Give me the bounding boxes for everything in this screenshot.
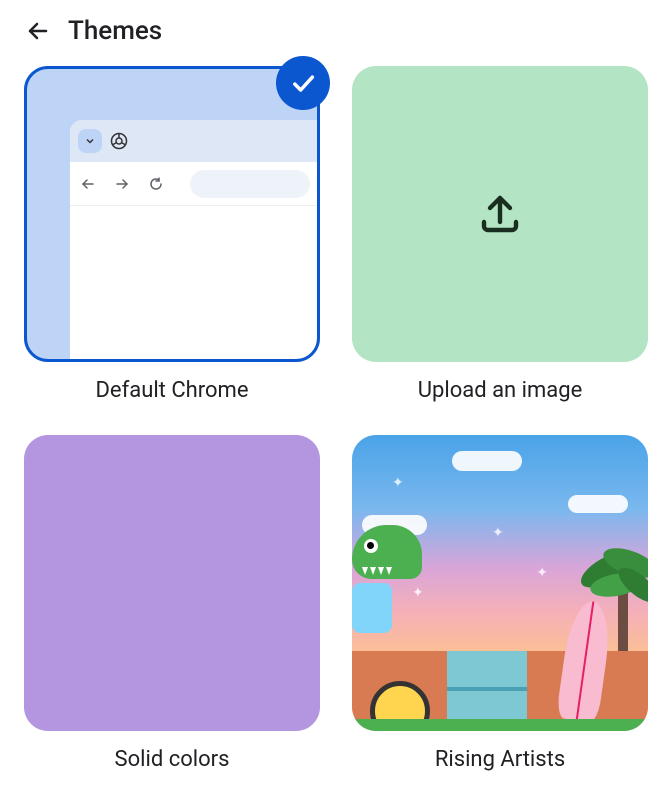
grass-decoration bbox=[352, 719, 648, 731]
theme-label: Rising Artists bbox=[435, 747, 565, 772]
chrome-toolbar bbox=[70, 162, 320, 206]
theme-label: Solid colors bbox=[115, 747, 230, 772]
sparkle-icon: ✦ bbox=[392, 475, 404, 491]
upload-icon bbox=[476, 190, 524, 238]
theme-item-upload-image[interactable]: Upload an image bbox=[352, 66, 648, 403]
theme-tile-default-chrome bbox=[24, 66, 320, 362]
theme-tile-upload bbox=[352, 66, 648, 362]
tile-wrapper bbox=[24, 66, 320, 362]
sparkle-icon: ✦ bbox=[536, 565, 548, 581]
theme-item-default-chrome[interactable]: Default Chrome bbox=[24, 66, 320, 403]
theme-label: Upload an image bbox=[418, 378, 583, 403]
nav-reload-icon bbox=[148, 176, 164, 192]
selected-checkmark bbox=[276, 56, 330, 110]
nav-forward-icon bbox=[114, 176, 130, 192]
header: Themes bbox=[24, 16, 646, 46]
theme-tile-solid-colors bbox=[24, 435, 320, 731]
crocodile-icon bbox=[352, 525, 432, 625]
nav-back-icon bbox=[80, 176, 96, 192]
theme-item-rising-artists[interactable]: ✦ ✦ ✦ ✦ bbox=[352, 435, 648, 772]
horizon-decoration bbox=[447, 687, 527, 691]
check-icon bbox=[289, 69, 317, 97]
cloud-icon bbox=[452, 451, 522, 471]
back-button[interactable] bbox=[24, 17, 52, 45]
water-decoration bbox=[447, 651, 527, 721]
omnibox bbox=[190, 170, 310, 198]
themes-grid: Default Chrome Upload an image Solid col… bbox=[24, 66, 646, 772]
theme-item-solid-colors[interactable]: Solid colors bbox=[24, 435, 320, 772]
chrome-tab-strip bbox=[70, 120, 320, 162]
chevron-down-icon bbox=[85, 136, 95, 146]
theme-tile-rising-artists: ✦ ✦ ✦ ✦ bbox=[352, 435, 648, 731]
chrome-logo-icon bbox=[110, 132, 128, 150]
tab-search-button bbox=[78, 129, 102, 153]
cloud-icon bbox=[568, 495, 628, 513]
chrome-window-preview bbox=[70, 120, 320, 362]
sparkle-icon: ✦ bbox=[492, 525, 504, 541]
page-title: Themes bbox=[68, 16, 162, 46]
back-arrow-icon bbox=[26, 19, 50, 43]
theme-label: Default Chrome bbox=[95, 378, 248, 403]
